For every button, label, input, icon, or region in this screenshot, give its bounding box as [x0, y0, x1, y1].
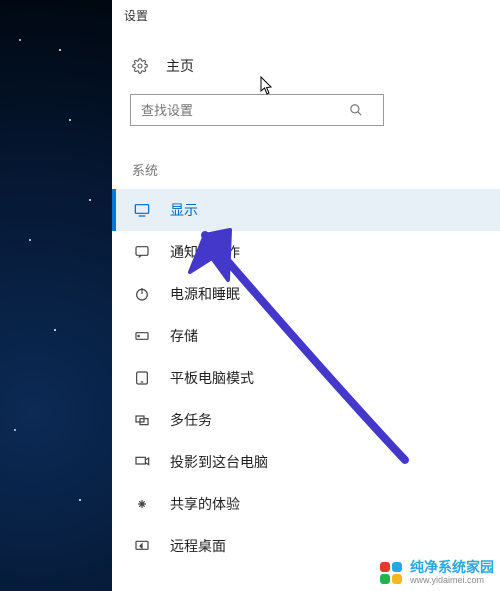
multitask-icon: [132, 412, 152, 428]
search-box[interactable]: [130, 94, 384, 126]
window-title: 设置: [112, 0, 500, 30]
sidebar-item-notifications[interactable]: 通知和操作: [112, 231, 500, 273]
sidebar-item-label: 投影到这台电脑: [170, 452, 268, 472]
sidebar-item-label: 电源和睡眠: [170, 284, 240, 304]
sidebar-item-power[interactable]: 电源和睡眠: [112, 273, 500, 315]
storage-icon: [132, 328, 152, 344]
gear-icon: [130, 58, 150, 74]
watermark-url: www.yidaimei.com: [410, 576, 494, 586]
desktop-wallpaper: [0, 0, 112, 591]
sidebar-item-label: 显示: [170, 200, 198, 220]
sidebar-item-tablet[interactable]: 平板电脑模式: [112, 357, 500, 399]
tablet-icon: [132, 370, 152, 386]
sidebar-item-label: 存储: [170, 326, 198, 346]
remote-icon: [132, 538, 152, 554]
search-icon: [349, 103, 383, 117]
settings-window: 设置 主页 系统: [112, 0, 500, 591]
monitor-icon: [132, 202, 152, 218]
sidebar-item-label: 远程桌面: [170, 536, 226, 556]
sidebar-item-multitask[interactable]: 多任务: [112, 399, 500, 441]
project-icon: [132, 454, 152, 470]
watermark-name: 纯净系统家园: [410, 560, 494, 575]
sidebar-item-label: 共享的体验: [170, 494, 240, 514]
sidebar-item-display[interactable]: 显示: [112, 189, 500, 231]
power-icon: [132, 286, 152, 302]
sidebar-item-project[interactable]: 投影到这台电脑: [112, 441, 500, 483]
sidebar-item-shared[interactable]: 共享的体验: [112, 483, 500, 525]
sidebar-item-label: 多任务: [170, 410, 212, 430]
home-label: 主页: [166, 56, 194, 76]
share-icon: [132, 496, 152, 512]
home-link[interactable]: 主页: [112, 30, 500, 80]
watermark: 纯净系统家园 www.yidaimei.com: [378, 560, 494, 586]
sidebar-group-label: 系统: [112, 126, 500, 189]
sidebar-item-storage[interactable]: 存储: [112, 315, 500, 357]
message-icon: [132, 244, 152, 260]
search-input[interactable]: [131, 103, 349, 118]
sidebar-nav: 显示 通知和操作 电源和睡眠 存储: [112, 189, 500, 567]
sidebar-item-label: 通知和操作: [170, 242, 240, 262]
watermark-logo-icon: [378, 560, 404, 586]
sidebar-item-label: 平板电脑模式: [170, 368, 254, 388]
